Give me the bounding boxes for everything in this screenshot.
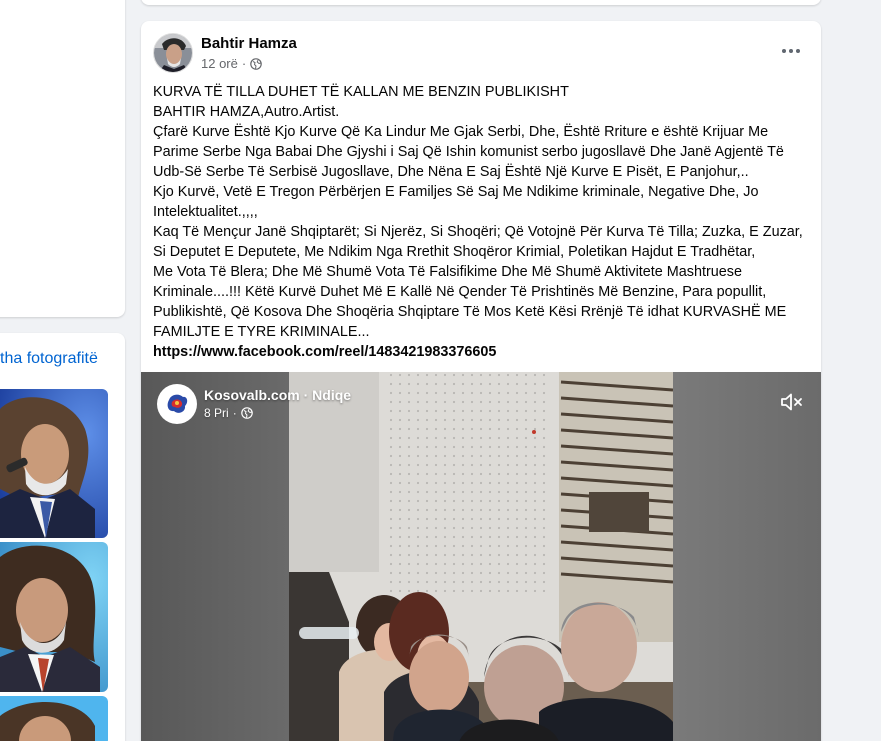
video-player[interactable]: Kosovalb.com · Ndiqe 8 Pri · <box>141 372 821 741</box>
post-text-line: Kjo Kurvë, Vetë E Tregon Përbërjen E Fam… <box>153 184 759 200</box>
video-meta: 8 Pri · <box>204 406 253 420</box>
video-letterbox-right <box>673 372 821 741</box>
meta-separator: · <box>241 56 247 71</box>
photo-image <box>0 542 108 692</box>
see-all-photos-link[interactable]: tha fotografitë <box>0 350 98 368</box>
left-intro-card <box>0 0 125 317</box>
speaker-muted-icon <box>781 393 802 411</box>
more-options-button[interactable] <box>777 39 805 63</box>
post-text-line: Si Deputet E Deputete, Me Ndikim Nga Rre… <box>153 244 756 260</box>
post-text-line: Publikishtë, Që Kosova Dhe Shoqëria Shqi… <box>153 304 787 320</box>
avatar-image <box>154 34 192 72</box>
post-message: KURVA TË TILLA DUHET TË KALLAN ME BENZIN… <box>153 82 803 362</box>
globe-icon <box>240 407 253 419</box>
video-time[interactable]: 8 Pri <box>204 406 229 420</box>
mute-button[interactable] <box>779 390 805 414</box>
photo-thumbnail[interactable] <box>0 389 108 538</box>
author-avatar[interactable] <box>153 33 193 73</box>
post-link[interactable]: https://www.facebook.com/reel/1483421983… <box>153 342 803 362</box>
post-text-line: Me Vota Të Blera; Dhe Më Shumë Vota Të F… <box>153 264 742 280</box>
follow-button[interactable]: Ndiqe <box>312 387 351 403</box>
photo-image <box>0 696 108 741</box>
previous-post-card <box>141 0 821 5</box>
post-text-line: Parime Serbe Nga Babai Dhe Gjyshi i Saj … <box>153 144 784 160</box>
video-frame <box>289 372 673 741</box>
video-frame-image <box>289 372 673 741</box>
globe-icon[interactable] <box>250 57 263 70</box>
video-page-name[interactable]: Kosovalb.com <box>204 387 300 403</box>
post-time[interactable]: 12 orë <box>201 56 238 71</box>
post-text-line: KURVA TË TILLA DUHET TË KALLAN ME BENZIN… <box>153 84 569 100</box>
post-text-line: Kaq Të Mençur Janë Shqiptarët; Si Njerëz… <box>153 224 803 240</box>
post-text-line: Udb-Së Serbe Të Serbisë Jugosllave, Dhe … <box>153 164 749 180</box>
post-meta: 12 orë · <box>201 56 263 71</box>
post-text-line: Çfarë Kurve Është Kjo Kurve Që Ka Lindur… <box>153 124 769 140</box>
photo-image <box>0 389 108 538</box>
video-meta-separator: · <box>232 406 237 420</box>
video-letterbox-left <box>141 372 289 741</box>
more-horizontal-icon <box>782 49 786 53</box>
kosovalb-logo-icon <box>167 394 188 413</box>
photo-thumbnail[interactable] <box>0 696 108 741</box>
video-header-line: Kosovalb.com · Ndiqe <box>204 387 351 403</box>
page-logo[interactable] <box>157 384 197 424</box>
post-text-line: Intelektualitet.,,,, <box>153 204 258 220</box>
post-card: Bahtir Hamza 12 orë · KURVA TË TILLA DUH… <box>141 21 821 741</box>
author-name[interactable]: Bahtir Hamza <box>201 35 297 52</box>
photo-thumbnail[interactable] <box>0 542 108 692</box>
post-text-line: Kriminale....!!! Këtë Kurvë Duhet Më E K… <box>153 284 767 300</box>
video-header-separator: · <box>299 387 313 403</box>
post-text-line: BAHTIR HAMZA,Autro.Artist. <box>153 104 340 120</box>
post-text-line: FAMILJTE E TYRE KRIMINALE... <box>153 324 370 340</box>
